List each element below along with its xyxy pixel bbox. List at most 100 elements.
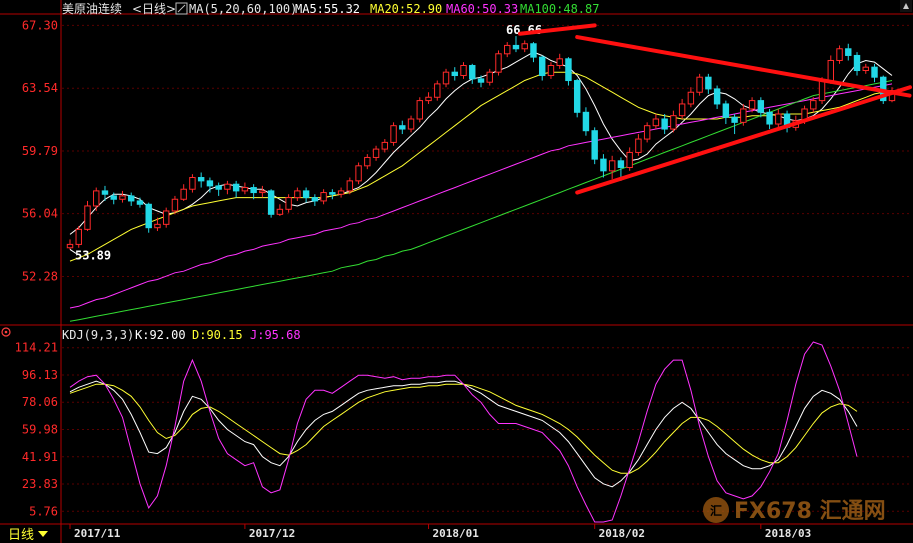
candle-body [573, 80, 581, 113]
watermark-text: FX678 汇通网 [734, 499, 886, 524]
candle-body [294, 190, 301, 199]
kdj-line-k [69, 380, 858, 488]
period-button[interactable]: 日线 [8, 528, 48, 543]
candle-body [329, 192, 336, 195]
candle-body [320, 192, 327, 202]
candle-body [617, 160, 625, 168]
candle-body [504, 44, 511, 55]
candle [556, 53, 563, 69]
candle [311, 194, 319, 206]
candle [573, 78, 581, 118]
candle-body [556, 58, 563, 66]
candle-body [757, 100, 765, 113]
candle-body [364, 156, 371, 167]
candle [425, 92, 432, 104]
candle-body [381, 141, 389, 150]
watermark-logo-mark: 汇 [710, 504, 722, 518]
candle [652, 113, 660, 130]
candle [93, 187, 100, 211]
candle-body [748, 100, 756, 110]
candle [329, 189, 336, 200]
x-tick-label: 2017/11 [74, 527, 121, 540]
candle [504, 42, 511, 58]
candle [84, 200, 91, 232]
candle-body [434, 83, 441, 98]
candle-body [407, 118, 415, 130]
candle-body [399, 125, 406, 130]
candle [469, 63, 476, 84]
candle [189, 174, 196, 193]
kdj-k-value: K:92.00 [135, 328, 186, 342]
x-tick-label: 2017/12 [249, 527, 295, 540]
candle [267, 189, 275, 218]
price-y-axis: 67.30 63.54 59.79 56.04 52.28 [22, 18, 58, 283]
candle [460, 62, 467, 79]
price-grid [62, 24, 912, 278]
candle-body [355, 165, 362, 182]
candle-body [670, 115, 677, 130]
candle [355, 162, 362, 185]
candle-body [119, 195, 126, 200]
kdj-y-tick: 96.13 [22, 368, 58, 382]
candle-body [678, 103, 686, 117]
candle [276, 204, 284, 216]
ma20-value: MA20:52.90 [370, 2, 442, 16]
candle [75, 226, 82, 248]
candle [722, 100, 730, 125]
candle-body [862, 66, 869, 72]
candle-body [722, 103, 730, 118]
candle-body [241, 187, 249, 192]
kdj-y-tick: 78.06 [22, 395, 58, 409]
candle-body [311, 197, 319, 202]
candle [337, 187, 345, 198]
candle-body [128, 195, 135, 202]
candle [372, 145, 380, 161]
candle [206, 177, 214, 193]
candle-body [206, 180, 214, 187]
x-tick-label: 2018/02 [599, 527, 645, 540]
kdj-line-d [69, 383, 858, 474]
candle-body [495, 53, 502, 73]
kdj-y-tick: 5.76 [29, 504, 58, 518]
candle [871, 63, 878, 83]
candle-body [871, 66, 878, 78]
chevron-down-icon [38, 531, 48, 537]
candle-body [810, 100, 817, 110]
candle [66, 239, 74, 250]
candle-body [477, 78, 485, 83]
kdj-y-axis: 114.21 96.13 78.06 59.98 41.91 23.83 5.76 [15, 341, 58, 519]
price-y-tick: 67.30 [22, 18, 58, 32]
x-tick-label: 2018/03 [765, 527, 811, 540]
candle [678, 98, 686, 119]
candle [364, 154, 371, 170]
candle [539, 55, 546, 81]
candle [294, 187, 301, 201]
candle [145, 202, 152, 233]
candle-body [101, 190, 109, 195]
candle [521, 40, 528, 53]
candle-body [75, 228, 82, 245]
candle [608, 155, 616, 180]
candle [783, 110, 791, 133]
candle-body [547, 64, 555, 77]
candle-body [635, 138, 642, 153]
price-y-tick: 59.79 [22, 144, 58, 158]
candle [687, 87, 695, 108]
kdj-settings-icon[interactable] [1, 327, 11, 337]
kdj-y-tick: 23.83 [22, 477, 58, 491]
instrument-title: 美原油连续 [62, 1, 122, 16]
period-button-label: 日线 [8, 528, 34, 543]
kdj-lines [69, 341, 858, 523]
candle [731, 113, 738, 135]
candle-body [425, 96, 432, 102]
candle [390, 122, 397, 146]
candle-body [661, 118, 668, 130]
candle-body [643, 125, 651, 140]
candle [416, 97, 423, 123]
candle-body [512, 44, 520, 50]
candle-body [565, 58, 572, 82]
candle [197, 172, 205, 188]
candle [320, 189, 327, 205]
scroll-up-arrow[interactable] [900, 0, 912, 12]
candle-body [608, 160, 616, 172]
